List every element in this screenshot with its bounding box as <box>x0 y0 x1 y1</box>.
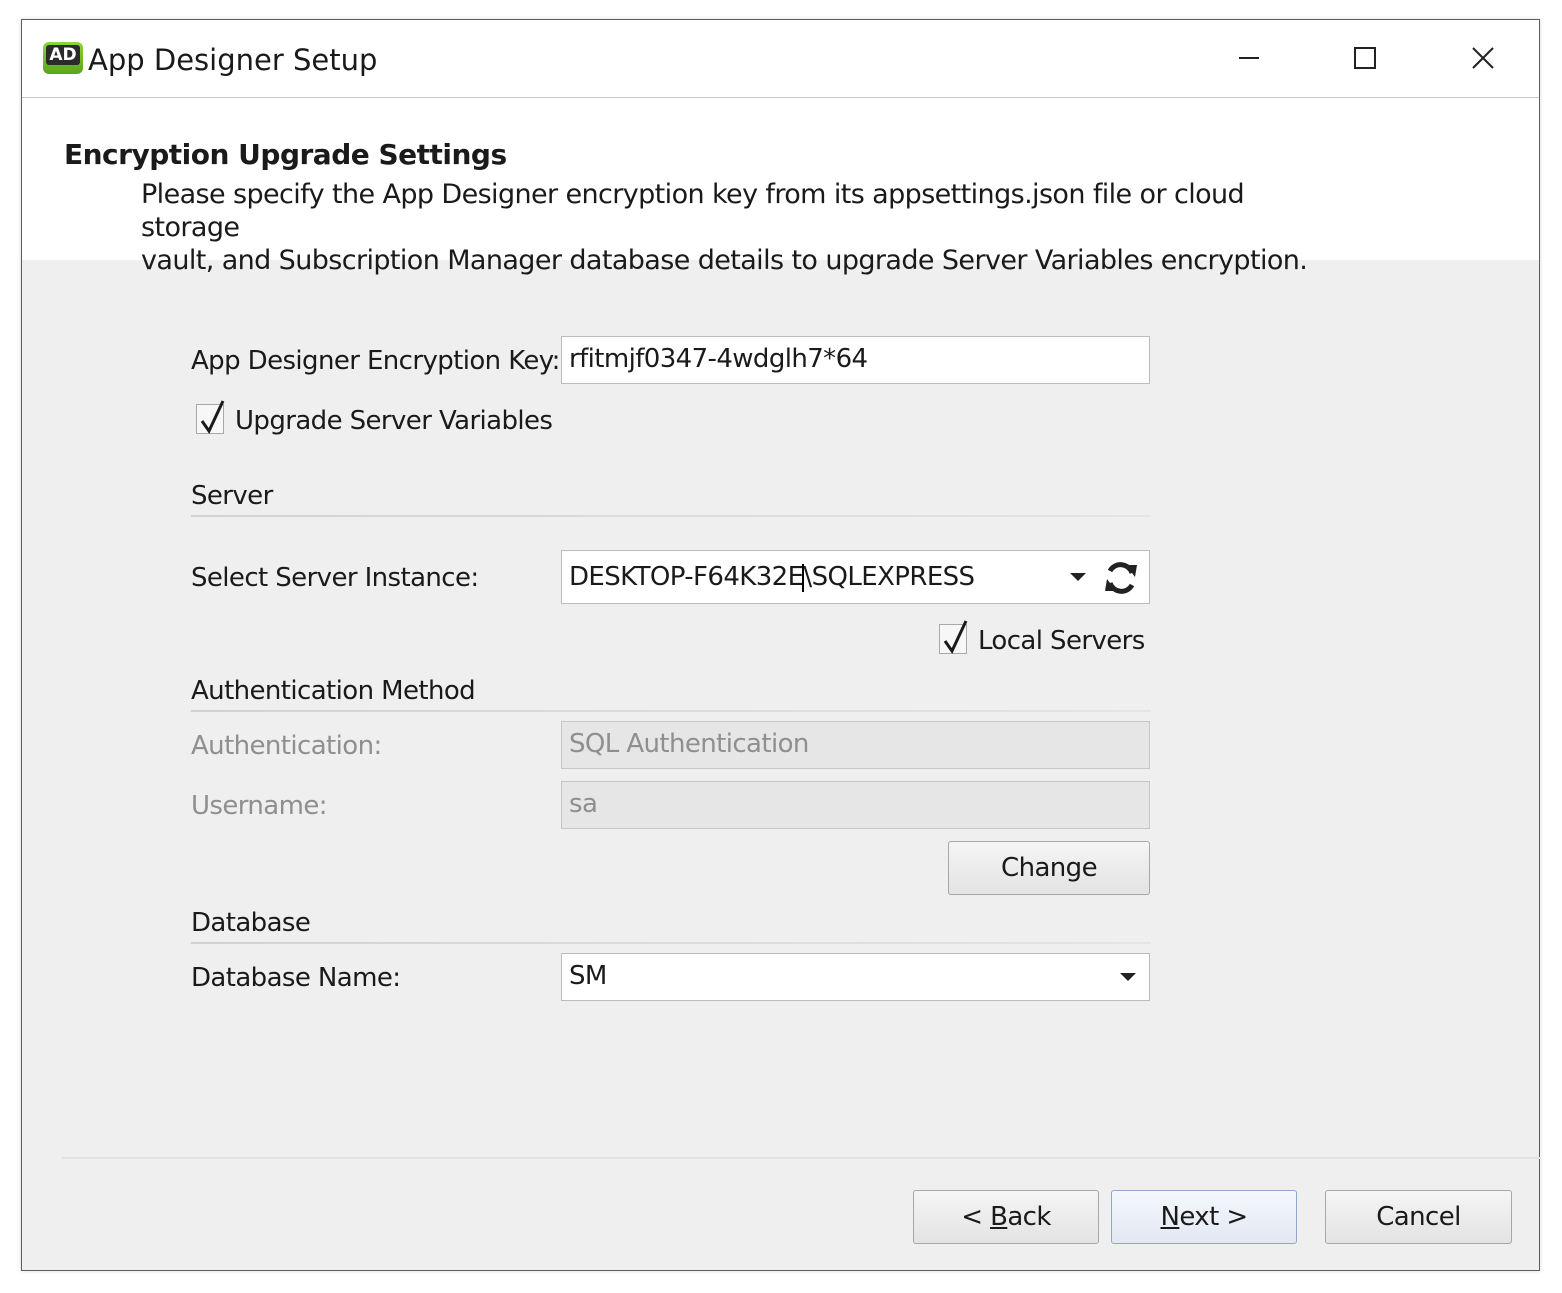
checkmark-icon <box>200 400 225 434</box>
app-designer-logo-icon: AD <box>43 42 83 74</box>
database-section-label: Database <box>191 908 311 938</box>
server-instance-label: Select Server Instance: <box>191 563 479 593</box>
next-button-mnemonic: N <box>1160 1202 1180 1232</box>
database-name-combobox[interactable]: SM <box>561 953 1150 1001</box>
server-section-label: Server <box>191 481 273 511</box>
maximize-button[interactable] <box>1307 20 1424 96</box>
page-title: Encryption Upgrade Settings <box>64 138 507 171</box>
database-name-label: Database Name: <box>191 963 401 993</box>
setup-window: AD App Designer Setup Encryption Upgrade… <box>21 19 1540 1271</box>
server-instance-value-host: DESKTOP-F64K32E <box>569 562 804 592</box>
close-icon <box>1472 47 1494 69</box>
title-bar: AD App Designer Setup <box>22 20 1539 98</box>
upgrade-server-variables-label: Upgrade Server Variables <box>235 406 553 436</box>
checkmark-icon <box>943 620 968 654</box>
next-button-rest: ext > <box>1179 1202 1248 1232</box>
refresh-servers-button[interactable] <box>1102 559 1140 597</box>
change-button[interactable]: Change <box>948 841 1150 895</box>
next-button[interactable]: Next > <box>1111 1190 1297 1244</box>
back-button[interactable]: < Back <box>913 1190 1099 1244</box>
server-instance-value-instance: \SQLEXPRESS <box>803 562 975 592</box>
cancel-button[interactable]: Cancel <box>1325 1190 1512 1244</box>
minimize-button[interactable] <box>1190 20 1307 96</box>
close-button[interactable] <box>1424 20 1541 96</box>
database-name-chevron-down-icon[interactable] <box>1120 973 1136 981</box>
database-section-divider <box>191 942 1151 944</box>
username-label: Username: <box>191 791 328 821</box>
footer-divider <box>62 1157 1540 1159</box>
maximize-icon <box>1354 47 1376 69</box>
page-description-line-1: Please specify the App Designer encrypti… <box>141 179 1245 243</box>
upgrade-server-variables-checkbox[interactable] <box>196 400 225 434</box>
server-instance-chevron-down-icon[interactable] <box>1070 573 1086 581</box>
refresh-icon <box>1105 562 1137 594</box>
page-description: Please specify the App Designer encrypti… <box>141 178 1321 277</box>
back-button-prefix: < <box>961 1202 991 1232</box>
local-servers-checkbox[interactable] <box>939 620 968 654</box>
back-button-rest: ack <box>1007 1202 1051 1232</box>
authentication-label: Authentication: <box>191 731 382 761</box>
encryption-key-label: App Designer Encryption Key: <box>191 346 560 376</box>
server-instance-combobox[interactable]: DESKTOP-F64K32E\SQLEXPRESS <box>561 550 1150 604</box>
page-description-line-2: vault, and Subscription Manager database… <box>141 245 1308 276</box>
server-section-divider <box>191 515 1151 517</box>
auth-section-label: Authentication Method <box>191 676 476 706</box>
local-servers-label: Local Servers <box>978 626 1145 656</box>
encryption-key-input[interactable]: rfitmjf0347-4wdglh7*64 <box>561 336 1150 384</box>
username-field: sa <box>561 781 1150 829</box>
wizard-header: Encryption Upgrade Settings Please speci… <box>22 98 1539 276</box>
minimize-icon <box>1239 57 1259 59</box>
auth-section-divider <box>191 710 1151 712</box>
back-button-mnemonic: B <box>990 1202 1008 1232</box>
window-title: App Designer Setup <box>88 43 378 77</box>
authentication-field: SQL Authentication <box>561 721 1150 769</box>
app-icon-text: AD <box>46 45 80 65</box>
